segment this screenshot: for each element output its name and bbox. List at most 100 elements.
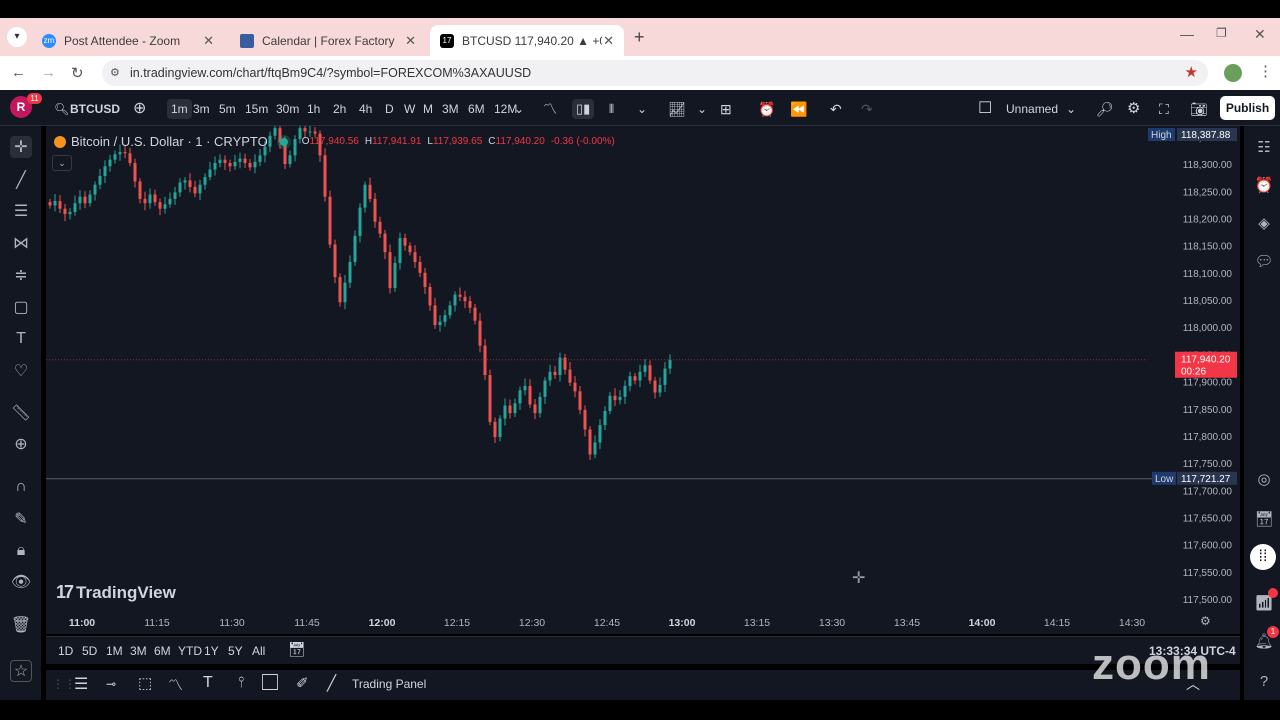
range-5y[interactable]: 5Y — [228, 644, 243, 658]
range-1d[interactable]: 1D — [58, 644, 73, 658]
new-tab-button[interactable]: + — [634, 27, 645, 48]
target-icon[interactable]: ◎ — [1253, 468, 1275, 490]
watchlist-icon[interactable]: ☷ — [1253, 136, 1275, 158]
interval-6m[interactable]: 6M — [468, 99, 485, 119]
pattern-icon[interactable]: ⋈ — [10, 232, 32, 254]
vertical-line-icon[interactable]: ⫯ — [238, 674, 245, 691]
settings-icon[interactable]: ⚙ — [1127, 99, 1140, 119]
trend-line-icon[interactable]: ╱ — [10, 169, 32, 191]
indicators-icon[interactable]: 📈︎ — [668, 99, 686, 119]
brush-icon[interactable]: ✐ — [296, 674, 309, 692]
range-1m[interactable]: 1M — [106, 644, 123, 658]
chart-pane[interactable]: 118,350.00118,300.00118,250.00118,200.00… — [46, 126, 1240, 634]
undo-icon[interactable]: ↶ — [830, 99, 842, 119]
interval-5m[interactable]: 5m — [219, 99, 236, 119]
redo-icon[interactable]: ↷ — [861, 99, 873, 119]
favorites-icon[interactable]: ♡ — [10, 360, 32, 382]
site-info-icon[interactable]: ⚙ — [110, 60, 120, 86]
symbol-search-button[interactable]: BTCUSD — [70, 99, 120, 119]
eye-icon[interactable]: 👁︎ — [10, 571, 32, 593]
interval-dropdown-icon[interactable]: ⌄ — [514, 99, 524, 119]
tab-search-button[interactable]: ▾ — [7, 27, 27, 47]
close-icon[interactable]: ✕ — [603, 33, 614, 49]
publish-button[interactable]: Publish — [1220, 96, 1275, 120]
layout-name[interactable]: Unnamed — [1006, 99, 1058, 119]
text-icon[interactable]: T — [203, 674, 213, 692]
interval-2h[interactable]: 2h — [333, 99, 346, 119]
replay-icon[interactable]: ⏪ — [790, 99, 807, 119]
range-5d[interactable]: 5D — [82, 644, 97, 658]
menu-icon[interactable]: ⋮ — [1258, 62, 1273, 80]
bar-chart-icon[interactable]: ⫴ — [609, 99, 614, 119]
tab-forexfactory[interactable]: Calendar | Forex Factory ✕ — [230, 25, 426, 56]
profile-avatar[interactable] — [1224, 64, 1242, 82]
range-1y[interactable]: 1Y — [204, 644, 219, 658]
symbol-title[interactable]: Bitcoin / U.S. Dollar · 1 · CRYPTO — [71, 134, 268, 149]
rectangle-icon[interactable]: ⬜︎ — [262, 674, 278, 692]
camera-icon[interactable]: 📷︎ — [1190, 99, 1208, 119]
reload-icon[interactable]: ↻ — [71, 64, 84, 82]
star-icon[interactable]: ☆ — [10, 660, 32, 682]
text-tool-icon[interactable]: T — [10, 328, 32, 350]
menu-lines-icon[interactable]: ☰ — [74, 674, 88, 694]
chat-icon[interactable]: 💬︎ — [1253, 250, 1275, 272]
alert-icon[interactable]: ⏰ — [758, 99, 775, 119]
lock-icon[interactable]: 🔒︎ — [10, 540, 32, 562]
alerts-clock-icon[interactable]: ⏰ — [1253, 174, 1275, 196]
trading-panel-button[interactable]: Trading Panel — [352, 677, 426, 691]
range-6m[interactable]: 6M — [154, 644, 171, 658]
layouts-icon[interactable]: ⊞ — [720, 99, 732, 119]
candles-icon[interactable]: ▯▮ — [572, 99, 595, 119]
callout-icon[interactable]: ⬚ — [138, 674, 152, 692]
interval-3m[interactable]: 3M — [442, 99, 459, 119]
interval-4h[interactable]: 4h — [359, 99, 372, 119]
timezone-settings-icon[interactable]: ⚙ — [1200, 614, 1211, 628]
quick-search-icon[interactable]: 🔎︎ — [1096, 99, 1114, 119]
ruler-icon[interactable]: 📏︎ — [10, 402, 32, 424]
close-window-icon[interactable]: ✕ — [1254, 26, 1266, 43]
price-chart[interactable]: 118,350.00118,300.00118,250.00118,200.00… — [46, 126, 1240, 634]
fullscreen-icon[interactable]: ⛶ — [1159, 99, 1169, 119]
range-3m[interactable]: 3M — [130, 644, 147, 658]
back-icon[interactable]: ← — [11, 64, 26, 81]
forecast-icon[interactable]: ≑ — [10, 264, 32, 286]
tab-tradingview[interactable]: 17 BTCUSD 117,940.20 ▲ +0.41% · ✕ — [430, 25, 624, 56]
shapes-icon[interactable]: ▢ — [10, 296, 32, 318]
horizontal-line-icon[interactable]: ⊸ — [106, 677, 116, 691]
interval-30m[interactable]: 30m — [276, 99, 299, 119]
bookmark-star-icon[interactable]: ★ — [1185, 60, 1198, 86]
indicators-dropdown-icon[interactable]: ⌄ — [697, 99, 707, 119]
chart-type-dropdown-icon[interactable]: ⌄ — [637, 99, 647, 119]
crosshair-icon[interactable]: ✛ — [10, 136, 32, 158]
interval-1m[interactable]: 1m — [167, 99, 192, 119]
go-to-date-icon[interactable]: 📅︎ — [288, 641, 306, 658]
url-field[interactable]: ⚙ in.tradingview.com/chart/ftqBm9C4/?sym… — [102, 60, 1208, 86]
minimize-icon[interactable]: — — [1180, 26, 1194, 42]
close-icon[interactable]: ✕ — [203, 33, 214, 49]
lock-drawing-icon[interactable]: ✎ — [10, 508, 32, 530]
interval-15m[interactable]: 15m — [245, 99, 268, 119]
interval-m[interactable]: M — [423, 99, 433, 119]
tab-zoom[interactable]: zm Post Attendee - Zoom ✕ — [32, 25, 224, 56]
interval-3m[interactable]: 3m — [193, 99, 210, 119]
pen-icon[interactable]: ╱ — [327, 674, 336, 692]
object-tree-icon[interactable]: ◈ — [1253, 212, 1275, 234]
close-icon[interactable]: ✕ — [405, 33, 416, 49]
interval-w[interactable]: W — [404, 99, 415, 119]
drag-handle-icon[interactable]: ⋮⋮ — [52, 677, 76, 691]
legend-collapse-button[interactable]: ⌄ — [52, 155, 72, 171]
line-chart-icon[interactable]: 〽 — [543, 99, 557, 119]
compare-icon[interactable]: ⊕ — [133, 99, 146, 119]
layout-checkbox-icon[interactable]: ☐ — [978, 99, 992, 119]
interval-1h[interactable]: 1h — [307, 99, 320, 119]
zoom-in-icon[interactable]: ⊕ — [10, 433, 32, 455]
calendar-icon[interactable]: 📅︎ — [1253, 508, 1275, 530]
forward-icon[interactable]: → — [41, 64, 56, 81]
restore-icon[interactable]: ❐ — [1216, 26, 1227, 40]
interval-d[interactable]: D — [385, 99, 394, 119]
fib-icon[interactable]: ☰ — [10, 200, 32, 222]
range-all[interactable]: All — [252, 644, 265, 658]
range-ytd[interactable]: YTD — [178, 644, 202, 658]
layout-dropdown-icon[interactable]: ⌄ — [1066, 99, 1076, 119]
search-icon[interactable]: 🔍︎ — [54, 99, 69, 119]
